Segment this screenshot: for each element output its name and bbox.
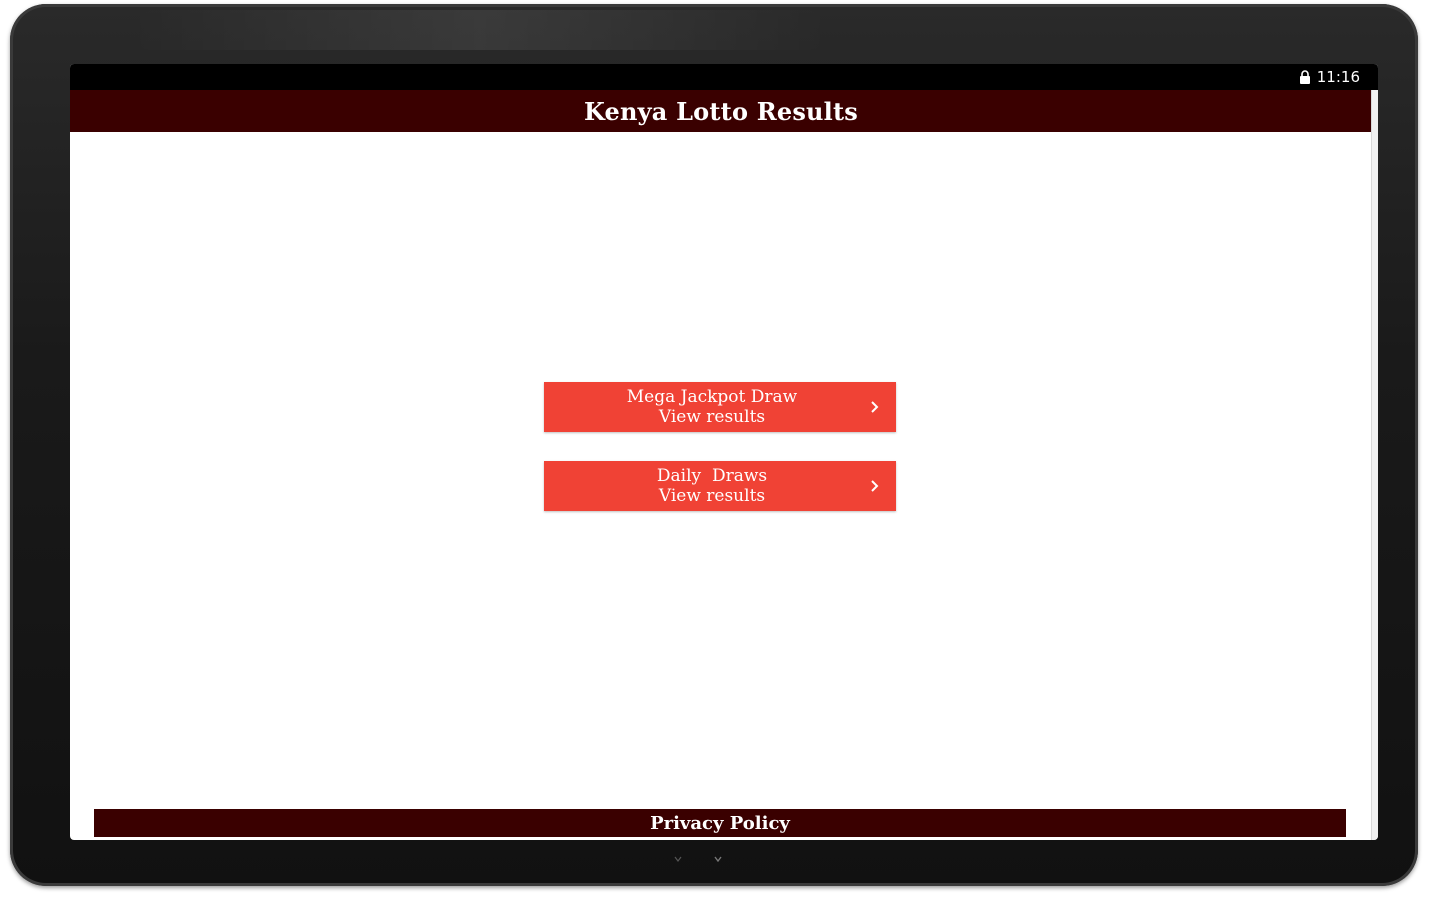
mega-jackpot-title: Mega Jackpot Draw [626, 387, 798, 407]
bezel-highlight [130, 10, 830, 50]
status-area: 11:16 [1299, 68, 1360, 86]
mega-jackpot-button[interactable]: Mega Jackpot Draw View results [544, 382, 896, 432]
daily-draws-subtitle: View results [658, 486, 766, 506]
navigation-bar [674, 856, 722, 862]
status-time: 11:16 [1316, 68, 1360, 86]
daily-draws-title: Daily Draws [656, 466, 768, 486]
chevron-right-icon [871, 401, 879, 413]
back-nav-icon[interactable] [674, 856, 682, 862]
privacy-policy-label: Privacy Policy [650, 812, 790, 834]
status-bar: 11:16 [70, 64, 1378, 90]
daily-draws-button-text: Daily Draws View results [657, 466, 767, 506]
lock-icon [1299, 70, 1310, 84]
home-nav-icon[interactable] [714, 856, 722, 862]
mega-jackpot-button-text: Mega Jackpot Draw View results [627, 387, 797, 427]
daily-draws-button[interactable]: Daily Draws View results [544, 461, 896, 511]
app-screen: 11:16 Kenya Lotto Results Mega Jackpot D… [70, 64, 1378, 840]
privacy-policy-link[interactable]: Privacy Policy [94, 809, 1346, 837]
chevron-right-icon [871, 480, 879, 492]
mega-jackpot-subtitle: View results [658, 407, 766, 427]
scroll-edge [1371, 90, 1378, 840]
app-title: Kenya Lotto Results [583, 96, 858, 126]
tablet-device-frame: 11:16 Kenya Lotto Results Mega Jackpot D… [10, 4, 1418, 886]
app-title-bar: Kenya Lotto Results [70, 90, 1372, 132]
